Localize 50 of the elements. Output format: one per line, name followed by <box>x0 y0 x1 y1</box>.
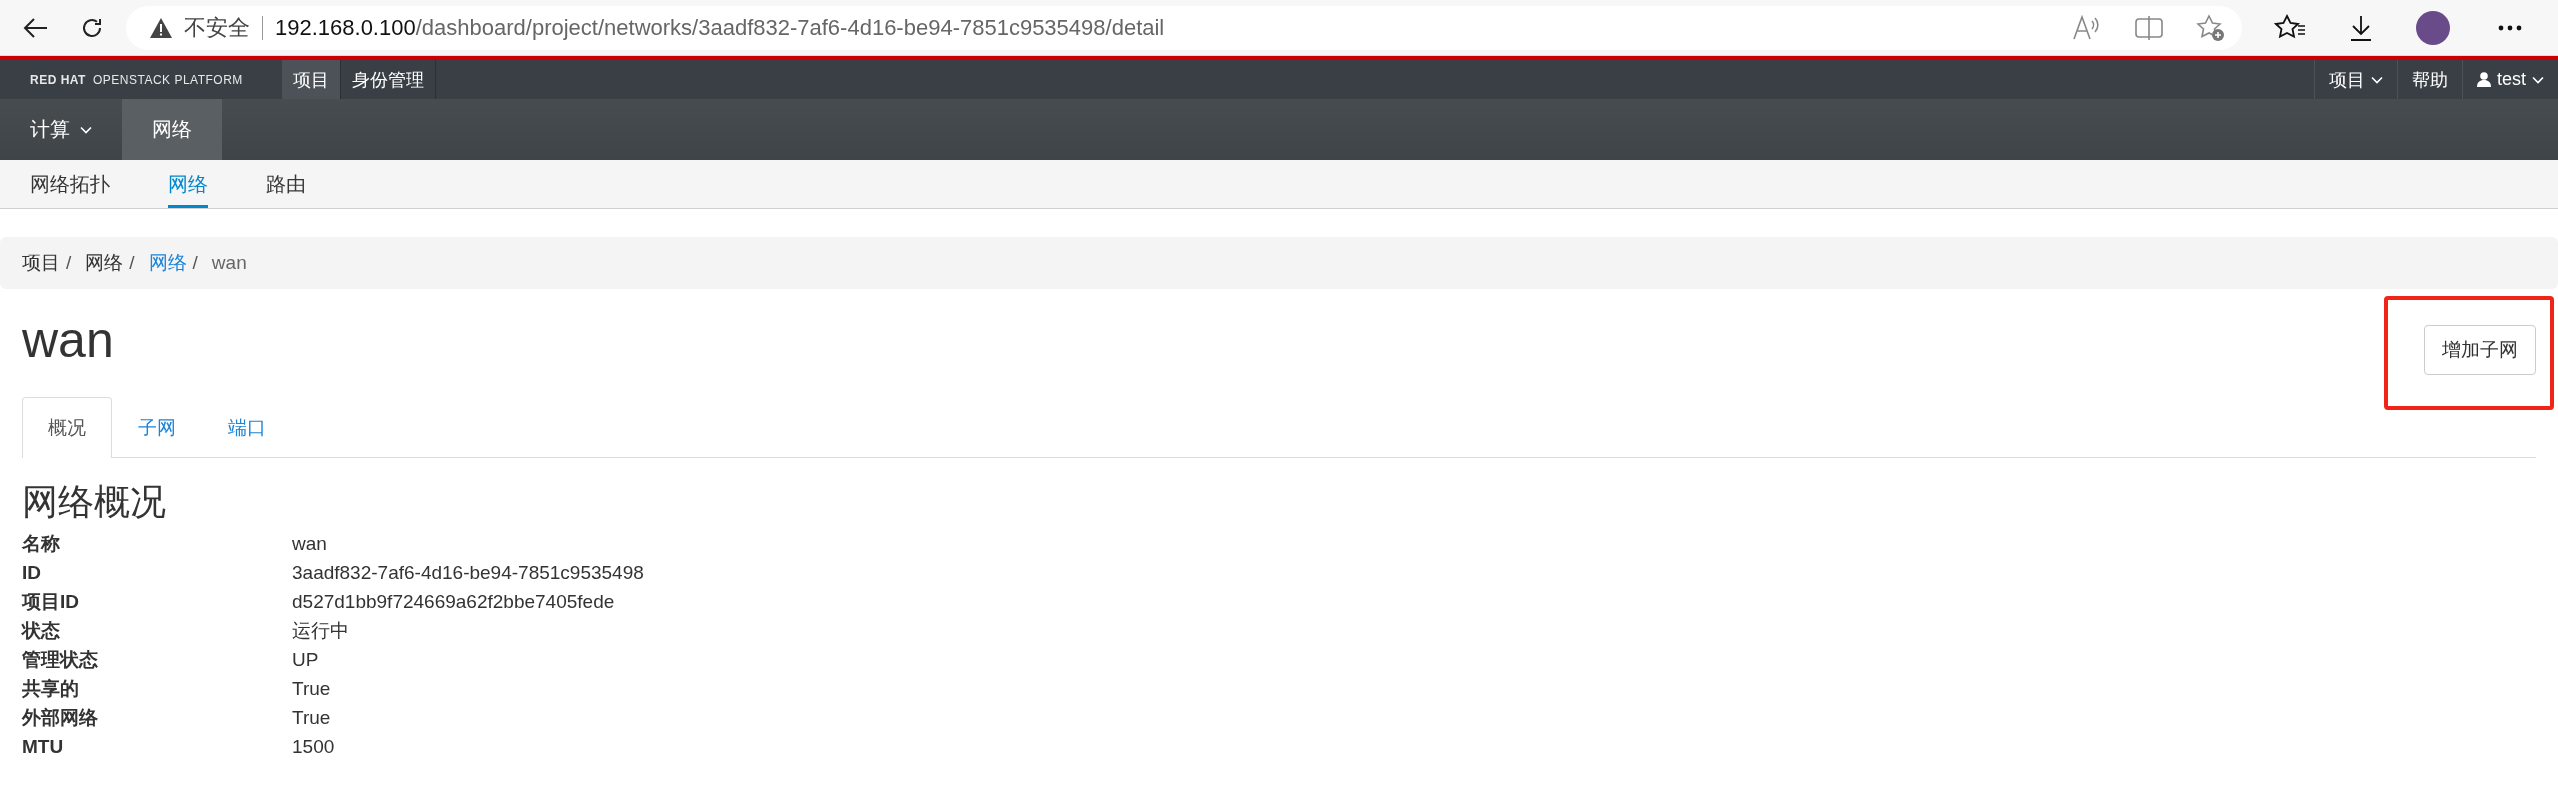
detail-value: wan <box>292 533 328 555</box>
address-bar[interactable]: 不安全 192.168.0.100/dashboard/project/networks/3aadf832-7af6-4d16-be94-7851c9535498/detail <box>126 5 2242 50</box>
detail-label: 共享的 <box>22 678 80 700</box>
detail-label: 外部网络 <box>22 707 99 729</box>
breadcrumb-item: 项目 <box>22 251 60 275</box>
breadcrumb-separator: / <box>192 252 198 274</box>
warning-icon <box>150 17 172 38</box>
detail-value: 3aadf832-7af6-4d16-be94-7851c9535498 <box>292 562 644 584</box>
url-text: 192.168.0.100/dashboard/project/networks/3aadf832-7af6-4d16-be94-7851c9535498/detail <box>275 14 1166 41</box>
sub-nav-tab[interactable]: 网络 <box>168 160 208 208</box>
detail-label: 状态 <box>22 620 61 642</box>
panel-tab[interactable]: 计算 <box>0 99 122 160</box>
detail-value: UP <box>292 649 320 671</box>
detail-value: True <box>292 678 332 700</box>
detail-label: 项目ID <box>22 591 80 613</box>
caret-icon <box>2532 75 2544 84</box>
add-favorite-icon[interactable] <box>2196 13 2226 42</box>
read-aloud-icon[interactable] <box>2072 14 2102 41</box>
detail-label: MTU <box>22 736 65 758</box>
breadcrumb-separator: / <box>129 252 135 274</box>
detail-value: d527d1bb9f724669a62f2bbe7405fede <box>292 591 616 613</box>
detail-value: True <box>292 707 332 729</box>
tab[interactable]: 端口 <box>202 397 292 458</box>
sub-nav-tab[interactable]: 路由 <box>266 160 306 208</box>
split-screen-icon[interactable] <box>2134 14 2164 41</box>
detail-value: 1500 <box>292 736 336 758</box>
section-title: 网络概况 <box>22 480 167 524</box>
more-icon[interactable] <box>2498 24 2522 31</box>
detail-label: ID <box>22 562 42 584</box>
detail-value: 运行中 <box>292 620 350 642</box>
caret-icon <box>2371 75 2383 84</box>
user-icon <box>2477 72 2491 87</box>
breadcrumb-item[interactable]: 网络 <box>148 250 187 276</box>
breadcrumb-item: wan <box>211 252 247 274</box>
profile-avatar[interactable] <box>2416 10 2450 45</box>
brand-logo[interactable]: RED HAT OPENSTACK PLATFORM <box>0 60 282 99</box>
page-title: wan <box>22 311 114 369</box>
add-subnet-button[interactable]: 增加子网 <box>2424 325 2536 375</box>
tab[interactable]: 子网 <box>112 397 202 458</box>
top-nav-item[interactable]: 项目 <box>282 60 341 99</box>
tab[interactable]: 概况 <box>22 397 112 458</box>
sub-nav-tab[interactable]: 网络拓扑 <box>30 160 110 208</box>
breadcrumb-separator: / <box>66 252 72 274</box>
detail-label: 管理状态 <box>22 649 99 671</box>
download-icon[interactable] <box>2348 13 2374 42</box>
detail-label: 名称 <box>22 533 61 555</box>
panel-tab[interactable]: 网络 <box>122 99 222 160</box>
insecure-label: 不安全 <box>184 13 250 42</box>
breadcrumb-item: 网络 <box>85 251 124 275</box>
caret-icon <box>80 125 92 134</box>
